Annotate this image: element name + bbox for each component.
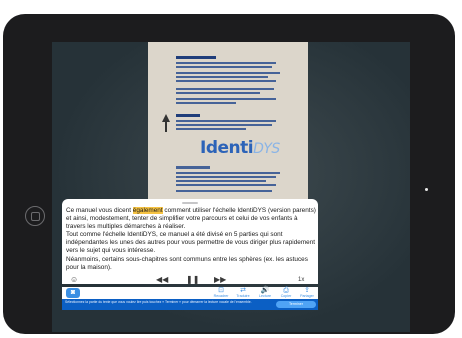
translate-button[interactable]: ⇄ Traduire	[234, 287, 252, 298]
crop-button[interactable]: ⊡ Recadrer	[212, 287, 230, 298]
warning-icon	[162, 114, 170, 132]
front-camera	[425, 188, 428, 191]
playback-controls: ☺ ◀◀ ❚❚ ▶▶ 1x	[62, 275, 318, 287]
finish-button[interactable]: Terminer	[276, 301, 316, 308]
bottom-toolbar: ◙ ⊡ Recadrer ⇄ Traduire 🔊 Lecture ⎙ Copi…	[62, 287, 318, 299]
reader-panel: Ce manuel vous dicent également comment …	[62, 199, 318, 284]
copy-icon: ⎙	[283, 287, 289, 294]
speed-label[interactable]: 1x	[298, 275, 304, 285]
identidys-logo: IdentiDYS	[200, 138, 280, 158]
speaker-icon: 🔊	[260, 287, 270, 294]
panel-grabber[interactable]	[182, 202, 198, 204]
pause-icon[interactable]: ❚❚	[186, 275, 199, 285]
paragraph-1[interactable]: Ce manuel vous dicent également comment …	[66, 207, 316, 231]
chat-icon[interactable]: ☺	[70, 275, 78, 285]
recognized-text[interactable]: Ce manuel vous dicent également comment …	[66, 207, 316, 272]
paragraph-2[interactable]: Tout comme l'échelle IdentiDYS, ce manue…	[66, 231, 316, 255]
translate-icon: ⇄	[240, 287, 246, 294]
crop-icon: ⊡	[218, 287, 224, 294]
share-button[interactable]: ⇪ Partager	[298, 287, 316, 298]
rewind-icon[interactable]: ◀◀	[156, 275, 168, 285]
share-icon: ⇪	[304, 287, 310, 294]
paragraph-3[interactable]: Néanmoins, certains sous-chapitres sont …	[66, 256, 316, 272]
camera-icon[interactable]: ◙	[66, 288, 80, 298]
forward-icon[interactable]: ▶▶	[214, 275, 226, 285]
hint-text: Sélectionnez la partie du texte que vous…	[65, 300, 252, 304]
copy-button[interactable]: ⎙ Copier	[277, 287, 295, 298]
home-button[interactable]	[25, 206, 45, 226]
read-aloud-button[interactable]: 🔊 Lecture	[256, 287, 274, 298]
hint-bar: Sélectionnez la partie du texte que vous…	[62, 299, 318, 310]
highlighted-word: également	[132, 207, 163, 214]
